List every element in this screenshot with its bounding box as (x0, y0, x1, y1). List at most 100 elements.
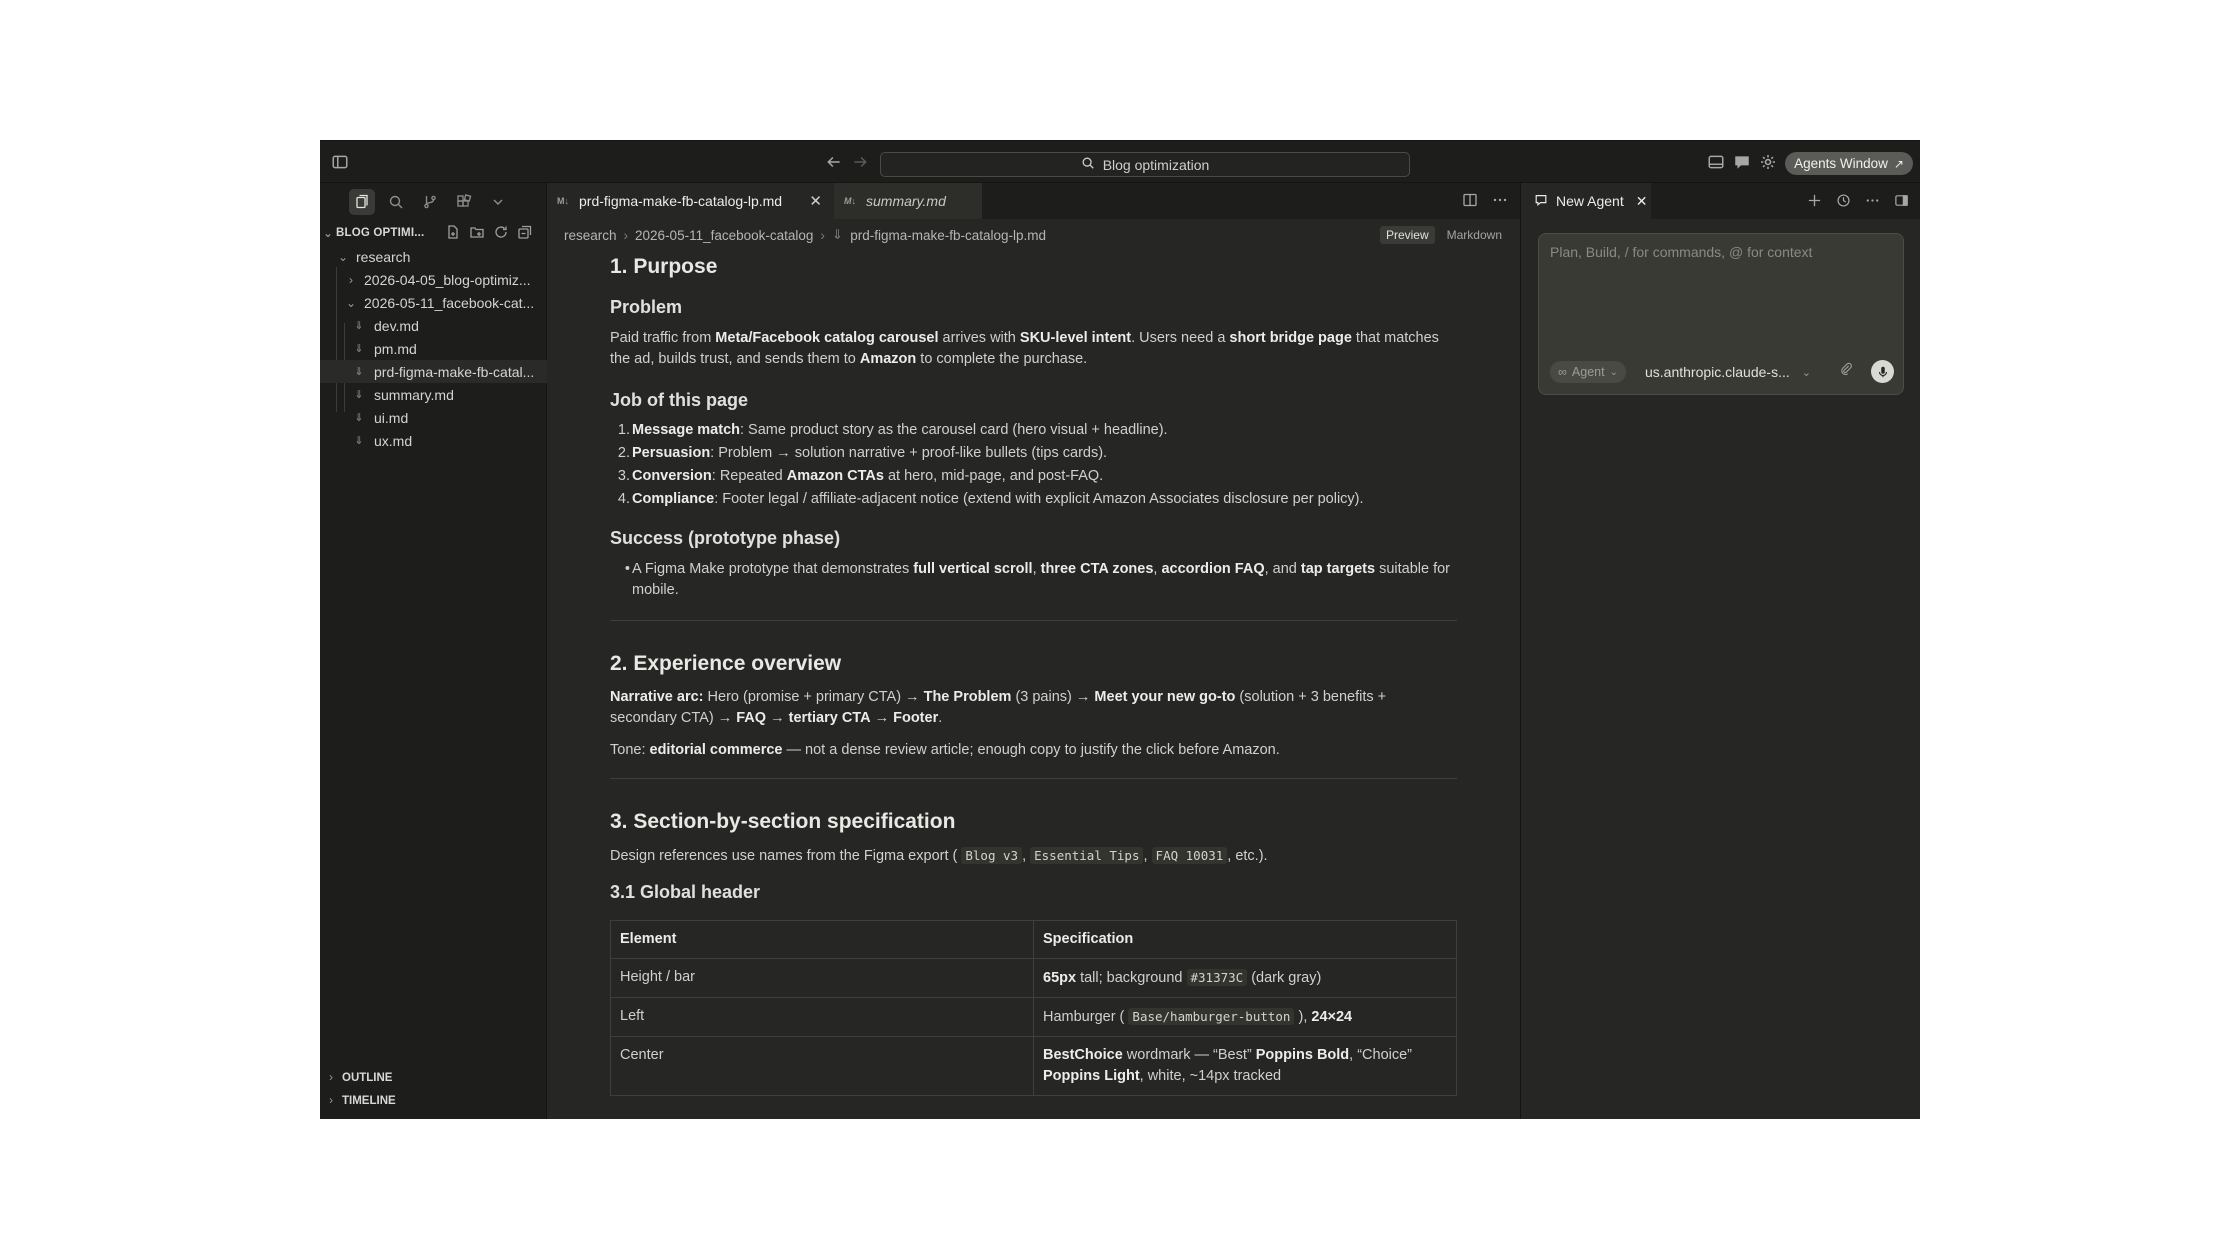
close-icon[interactable]: ✕ (809, 192, 822, 210)
heading-purpose: 1. Purpose (610, 255, 718, 278)
markdown-file-icon: ⇓ (354, 320, 364, 332)
heading-problem: Problem (610, 297, 683, 317)
list-item: 2. Persuasion: Problem → solution narrati… (617, 445, 1108, 461)
table-header-cell: Specification (1033, 920, 1457, 959)
paperclip-icon[interactable] (1839, 361, 1853, 380)
editor-area: M↓ prd-figma-make-fb-catalog-lp.md ✕ M↓ … (547, 183, 1520, 1119)
agent-mode-selector[interactable]: ∞ Agent ⌄ (1550, 361, 1626, 383)
new-folder-icon[interactable] (469, 224, 485, 243)
tab-summary[interactable]: M↓ summary.md (834, 183, 982, 219)
agent-composer: ∞ Agent ⌄ us.anthropic.claude-s... ⌄ (1538, 233, 1904, 395)
spec-table: Element Specification Height / bar 65px … (610, 920, 1457, 1096)
model-selector[interactable]: us.anthropic.claude-s... ⌄ (1645, 364, 1811, 380)
chevron-right-icon: › (820, 227, 825, 243)
forward-arrow-icon[interactable] (848, 150, 872, 174)
tab-label: New Agent (1556, 193, 1624, 209)
timeline-section[interactable]: › TIMELINE (320, 1090, 547, 1112)
tree-folder-facebook-catalog[interactable]: ⌄ 2026-05-11_facebook-cat... (320, 291, 547, 314)
table-cell: Hamburger ( Base/hamburger-button ), 24×… (1033, 997, 1457, 1037)
agents-window-button[interactable]: Agents Window ↗ (1785, 152, 1913, 175)
heading-success: Success (prototype phase) (610, 528, 841, 548)
back-arrow-icon[interactable] (822, 150, 846, 174)
tree-file-prd[interactable]: ⇓ prd-figma-make-fb-catal... (320, 360, 547, 383)
source-control-icon[interactable] (417, 189, 443, 215)
toggle-sidebar-icon[interactable] (328, 150, 352, 174)
chevron-down-icon[interactable] (485, 189, 511, 215)
collapse-all-icon[interactable] (517, 224, 533, 243)
list-item-text: Conversion: Repeated Amazon CTAs at hero… (632, 468, 1104, 484)
chevron-down-icon: ⌄ (323, 228, 333, 240)
agent-tab-bar: New Agent ✕ (1521, 183, 1920, 219)
markdown-mode-button[interactable]: Markdown (1441, 226, 1508, 244)
history-clock-icon[interactable] (1836, 193, 1851, 213)
more-actions-icon[interactable] (1865, 193, 1880, 213)
sidebar: ⌄ BLOG OPTIMI... ⌄ research › 2026-04-05… (320, 183, 547, 1119)
table-cell: 65px tall; background #31373C (dark gray… (1033, 958, 1457, 998)
refresh-icon[interactable] (493, 224, 509, 243)
list-item: 1. Message match: Same product story as t… (617, 422, 1168, 438)
agent-prompt-input[interactable] (1550, 244, 1890, 324)
paragraph-tone: Tone: editorial commerce — not a dense r… (610, 742, 1280, 758)
tree-file-summary[interactable]: ⇓ summary.md (320, 383, 547, 406)
table-row: Height / bar 65px tall; background #3137… (610, 958, 1457, 998)
view-mode-toggle: Preview Markdown (1379, 226, 1508, 244)
list-item-text: Message match: Same product story as the… (632, 422, 1168, 438)
search-icon[interactable] (383, 189, 409, 215)
breadcrumb-item[interactable]: prd-figma-make-fb-catalog-lp.md (850, 228, 1046, 243)
table-cell: BestChoice wordmark — “Best” Poppins Bol… (1033, 1036, 1457, 1096)
list-item: 4. Compliance: Footer legal / affiliate-a… (617, 491, 1364, 507)
tab-new-agent[interactable]: New Agent ✕ (1521, 183, 1651, 219)
settings-gear-icon[interactable] (1756, 150, 1780, 174)
explorer-files-icon[interactable] (349, 189, 375, 215)
split-editor-icon[interactable] (1462, 192, 1478, 213)
tree-folder-blog-optimization[interactable]: › 2026-04-05_blog-optimiz... (320, 268, 547, 291)
explorer-title: BLOG OPTIMI... (336, 227, 425, 239)
breadcrumb: research › 2026-05-11_facebook-catalog ›… (564, 227, 1046, 243)
more-actions-icon[interactable] (1492, 192, 1508, 213)
search-icon (1081, 156, 1095, 173)
extensions-icon[interactable] (451, 189, 477, 215)
panel-layout-icon[interactable] (1704, 150, 1728, 174)
table-header-cell: Element (610, 920, 1034, 959)
divider (610, 778, 1457, 779)
external-link-icon: ↗ (1893, 156, 1904, 171)
tab-label: summary.md (866, 193, 946, 209)
list-item: 3. Conversion: Repeated Amazon CTAs at he… (617, 468, 1104, 484)
chevron-down-icon: ⌄ (1801, 366, 1811, 379)
markdown-file-icon: ⇓ (354, 343, 364, 355)
tree-item-label: summary.md (374, 386, 454, 403)
chat-icon[interactable] (1730, 150, 1754, 174)
tree-file-ui[interactable]: ⇓ ui.md (320, 406, 547, 429)
tree-file-ux[interactable]: ⇓ ux.md (320, 429, 547, 452)
preview-mode-button[interactable]: Preview (1379, 226, 1435, 244)
heading-section-spec: 3. Section-by-section specification (610, 810, 956, 833)
table-header-row: Element Specification (610, 920, 1457, 959)
markdown-file-icon: ⇓ (354, 435, 364, 447)
table-cell: Height / bar (610, 958, 1034, 998)
tree-folder-research[interactable]: ⌄ research (320, 245, 547, 268)
breadcrumb-item[interactable]: 2026-05-11_facebook-catalog (635, 228, 813, 243)
toggle-panel-icon[interactable] (1894, 193, 1909, 213)
tab-prd-figma[interactable]: M↓ prd-figma-make-fb-catalog-lp.md ✕ (547, 183, 834, 219)
outline-section[interactable]: › OUTLINE (320, 1067, 547, 1089)
agents-window-label: Agents Window (1794, 156, 1888, 171)
agent-panel: New Agent ✕ ∞ Agent ⌄ us.anthropic.claud… (1520, 183, 1920, 1119)
infinity-icon: ∞ (1558, 365, 1567, 379)
tree-file-dev[interactable]: ⇓ dev.md (320, 314, 547, 337)
tree-item-label: ui.md (374, 409, 409, 426)
markdown-badge: M↓ (844, 196, 856, 206)
microphone-icon[interactable] (1871, 360, 1894, 383)
close-icon[interactable]: ✕ (1636, 193, 1648, 210)
explorer-header[interactable]: ⌄ BLOG OPTIMI... (320, 223, 547, 243)
breadcrumb-item[interactable]: research (564, 228, 617, 243)
plus-icon[interactable] (1807, 193, 1822, 213)
heading-job: Job of this page (610, 390, 749, 410)
markdown-file-icon: ⇓ (354, 366, 364, 378)
title-bar: Blog optimization Agents Window ↗ (320, 141, 1920, 183)
chevron-right-icon: › (329, 1095, 333, 1107)
chevron-down-icon: ⌄ (345, 295, 357, 310)
search-text: Blog optimization (1102, 156, 1210, 173)
command-search[interactable]: Blog optimization (880, 152, 1410, 177)
new-file-icon[interactable] (445, 224, 461, 243)
tree-file-pm[interactable]: ⇓ pm.md (320, 337, 547, 360)
